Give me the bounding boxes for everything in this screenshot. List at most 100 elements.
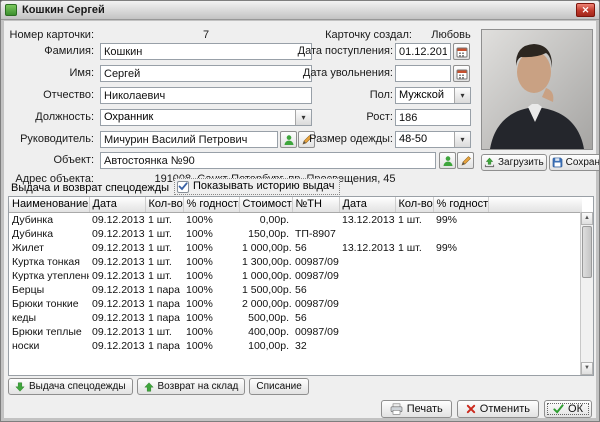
cell: Дубинка: [9, 227, 89, 241]
column-header[interactable]: Стоимость: [239, 197, 292, 212]
table-row[interactable]: Брюки теплые09.12.20131 шт.100%400,00р.0…: [9, 325, 582, 339]
card-number-value: 7: [100, 27, 312, 44]
scroll-down-button[interactable]: ▼: [581, 362, 593, 375]
table-row[interactable]: кеды09.12.20131 пара100%500,00р.56: [9, 311, 582, 325]
save-photo-button[interactable]: Сохранить: [549, 154, 600, 171]
cell: [339, 311, 395, 325]
firstname-label: Имя:: [4, 65, 94, 82]
column-header[interactable]: Наименование: [9, 197, 89, 212]
table-row[interactable]: носки09.12.20131 пара100%100,00р.32: [9, 339, 582, 353]
cancel-button[interactable]: Отменить: [457, 400, 539, 418]
object-input[interactable]: [100, 152, 436, 169]
cell: 1 шт.: [145, 325, 183, 339]
table-row[interactable]: Дубинка09.12.20131 шт.100%150,00р.ТП-890…: [9, 227, 582, 241]
cell: 09.12.2013: [89, 283, 145, 297]
position-select[interactable]: Охранник ▾: [100, 109, 312, 126]
manager-input[interactable]: [100, 131, 278, 148]
hire-date-input[interactable]: [395, 43, 451, 60]
cell: 0,00р.: [239, 212, 292, 227]
card-author-label: Карточку создал:: [304, 27, 412, 44]
cell: [433, 311, 488, 325]
cell: 1 шт.: [395, 241, 433, 255]
cell: 09.12.2013: [89, 311, 145, 325]
cell: 99%: [433, 212, 488, 227]
return-to-stock-button[interactable]: Возврат на склад: [137, 378, 246, 395]
lastname-input[interactable]: [100, 43, 312, 60]
employee-photo: [481, 29, 593, 150]
middlename-input[interactable]: [100, 87, 312, 104]
cell: 00987/09: [292, 297, 339, 311]
gender-select[interactable]: Мужской ▾: [395, 87, 471, 104]
dismiss-date-input[interactable]: [395, 65, 451, 82]
manager-label: Руководитель:: [4, 131, 94, 148]
ok-check-icon: [553, 404, 564, 414]
object-edit-button[interactable]: [457, 152, 474, 169]
height-input[interactable]: [395, 109, 471, 126]
print-label: Печать: [407, 403, 443, 415]
client-area: Номер карточки: 7 Карточку создал: Любов…: [4, 21, 596, 418]
cell: 09.12.2013: [89, 241, 145, 255]
floppy-icon: [552, 157, 563, 168]
table-scrollbar[interactable]: ▲ ▼: [580, 212, 593, 375]
show-history-checkbox[interactable]: Показывать историю выдач: [174, 178, 340, 195]
cell: [488, 297, 582, 311]
table-row[interactable]: Брюки тонкие09.12.20131 пара100%2 000,00…: [9, 297, 582, 311]
cell: 100%: [183, 241, 239, 255]
table-row[interactable]: Куртка тонкая09.12.20131 шт.100%1 300,00…: [9, 255, 582, 269]
issue-workwear-button[interactable]: Выдача спецодежды: [8, 378, 133, 395]
cancel-label: Отменить: [480, 403, 530, 415]
cell: [395, 269, 433, 283]
cell: 100%: [183, 227, 239, 241]
column-header[interactable]: №ТН: [292, 197, 339, 212]
printer-icon: [390, 403, 403, 415]
print-button[interactable]: Печать: [381, 400, 452, 418]
close-button[interactable]: ✕: [576, 3, 595, 17]
object-pick-button[interactable]: [439, 152, 456, 169]
cell: [488, 269, 582, 283]
column-header[interactable]: % годности: [433, 197, 488, 212]
titlebar[interactable]: Кошкин Сергей ✕: [1, 1, 599, 20]
firstname-input[interactable]: [100, 65, 312, 82]
column-header[interactable]: Кол-во: [395, 197, 433, 212]
cell: [433, 255, 488, 269]
cell: [433, 269, 488, 283]
column-header[interactable]: Дата: [89, 197, 145, 212]
scrollbar-thumb[interactable]: [582, 226, 592, 278]
cell: носки: [9, 339, 89, 353]
card-number-label: Номер карточки:: [4, 27, 94, 44]
column-header[interactable]: Дата: [339, 197, 395, 212]
cell: 09.12.2013: [89, 325, 145, 339]
cell: [395, 227, 433, 241]
column-header[interactable]: Кол-во: [145, 197, 183, 212]
cell: 100%: [183, 311, 239, 325]
cell: 09.12.2013: [89, 297, 145, 311]
table-row[interactable]: Жилет09.12.20131 шт.100%1 000,00р.5613.1…: [9, 241, 582, 255]
ok-button[interactable]: ОК: [544, 400, 592, 418]
load-photo-button[interactable]: Загрузить: [481, 154, 547, 171]
cell: 100%: [183, 212, 239, 227]
hire-date-calendar-button[interactable]: [453, 43, 470, 60]
scroll-up-button[interactable]: ▲: [581, 212, 593, 225]
dismiss-date-calendar-button[interactable]: [453, 65, 470, 82]
cell: [488, 227, 582, 241]
cell: 00987/09: [292, 269, 339, 283]
table-row[interactable]: Куртка утепленная09.12.20131 шт.100%1 00…: [9, 269, 582, 283]
cell: 09.12.2013: [89, 227, 145, 241]
cell: [488, 255, 582, 269]
save-photo-label: Сохранить: [566, 157, 600, 168]
column-header[interactable]: % годности: [183, 197, 239, 212]
table-row[interactable]: Берцы09.12.20131 пара100%1 500,00р.56: [9, 283, 582, 297]
arrow-down-icon: [15, 382, 25, 392]
cell: [339, 297, 395, 311]
upload-icon: [484, 157, 495, 168]
scroll-down-icon: ▼: [584, 365, 590, 371]
calendar-icon: [456, 68, 468, 80]
cell: Жилет: [9, 241, 89, 255]
cell: [395, 255, 433, 269]
cell: 500,00р.: [239, 311, 292, 325]
cell: 09.12.2013: [89, 255, 145, 269]
pencil-icon: [460, 155, 472, 167]
writeoff-button[interactable]: Списание: [249, 378, 308, 395]
clothing-size-select[interactable]: 48-50 ▾: [395, 131, 471, 148]
table-row[interactable]: Дубинка09.12.20131 шт.100%0,00р.13.12.20…: [9, 212, 582, 227]
